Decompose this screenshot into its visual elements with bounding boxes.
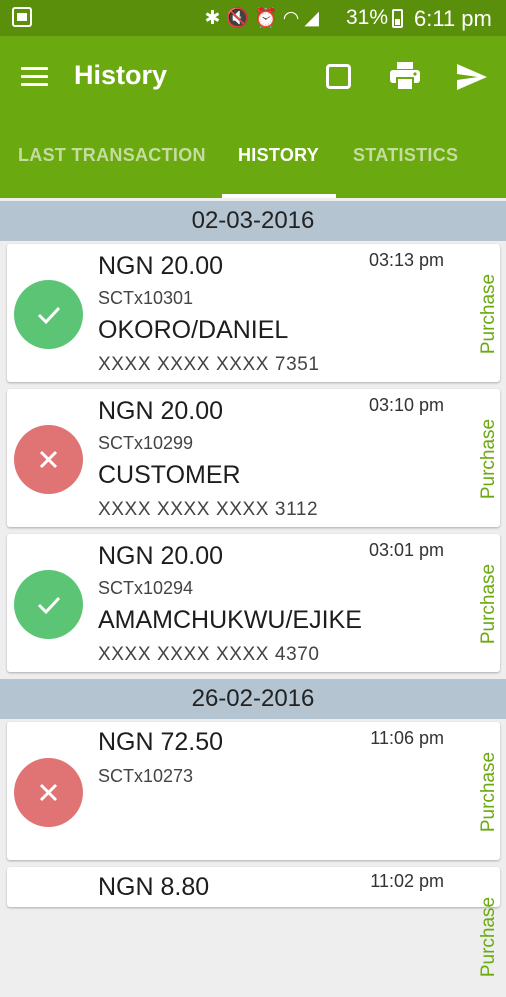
transaction-time: 03:01 pm (368, 540, 444, 560)
transaction-card[interactable]: NGN 72.50 11:06 pm SCTx10273 Purchase (7, 722, 500, 860)
bluetooth-icon: ✱ (204, 7, 226, 29)
page-title: History (74, 60, 168, 90)
print-icon[interactable] (389, 61, 421, 91)
failed-icon (14, 758, 83, 827)
transaction-amount: NGN 20.00 (98, 542, 224, 570)
transaction-card[interactable]: NGN 20.00 03:10 pm SCTx10299 CUSTOMER XX… (7, 389, 500, 527)
cardholder-name: OKORO/DANIEL (98, 316, 289, 344)
transaction-type: Purchase (478, 751, 499, 833)
transaction-ref: SCTx10294 (98, 578, 194, 598)
tab-history[interactable]: HISTORY (238, 145, 319, 166)
success-icon (14, 570, 83, 639)
menu-icon[interactable] (21, 67, 48, 87)
tab-statistics[interactable]: STATISTICS (353, 145, 458, 166)
transaction-card[interactable]: NGN 20.00 03:01 pm SCTx10294 AMAMCHUKWU/… (7, 534, 500, 672)
clock: 6:11 pm (414, 6, 492, 31)
select-all-checkbox-icon[interactable] (326, 64, 351, 89)
battery-percent: 31% (346, 6, 389, 29)
transaction-type: Purchase (478, 273, 499, 355)
wifi-icon: ◠ (282, 7, 305, 29)
transaction-amount: NGN 20.00 (98, 397, 224, 425)
mute-icon: 🔇 (225, 7, 255, 29)
signal-icon: ◢ (304, 7, 324, 29)
transaction-ref: SCTx10301 (98, 288, 194, 308)
transaction-card[interactable]: NGN 8.80 11:02 pm Purchase (7, 867, 500, 977)
battery-icon (392, 9, 403, 28)
transaction-amount: NGN 72.50 (98, 728, 224, 756)
cardholder-name: AMAMCHUKWU/EJIKE (98, 606, 362, 634)
transaction-ref: SCTx10273 (98, 766, 194, 786)
success-icon (14, 280, 83, 349)
transaction-type: Purchase (478, 896, 499, 978)
transaction-time: 03:13 pm (368, 250, 444, 270)
masked-card-number: XXXX XXXX XXXX 7351 (98, 354, 320, 375)
status-icons: ✱🔇⏰◠◢ (205, 6, 324, 29)
tab-last-transaction[interactable]: LAST TRANSACTION (18, 145, 206, 166)
transaction-type: Purchase (478, 418, 499, 500)
cardholder-name: CUSTOMER (98, 461, 241, 489)
transaction-ref: SCTx10299 (98, 433, 194, 453)
transaction-time: 11:02 pm (370, 871, 444, 891)
transaction-time: 03:10 pm (368, 395, 444, 415)
failed-icon (14, 425, 83, 494)
date-header: 26-02-2016 (0, 679, 506, 719)
date-header: 02-03-2016 (0, 201, 506, 241)
send-icon[interactable] (456, 63, 488, 91)
transaction-time: 11:06 pm (370, 728, 444, 748)
transaction-type: Purchase (478, 563, 499, 645)
masked-card-number: XXXX XXXX XXXX 3112 (98, 499, 319, 520)
alarm-icon: ⏰ (254, 7, 283, 29)
active-tab-indicator (222, 194, 336, 198)
status-bar: ✱🔇⏰◠◢ 31% 6:11 pm (0, 0, 506, 36)
transaction-amount: NGN 20.00 (98, 252, 224, 280)
transaction-amount: NGN 8.80 (98, 873, 210, 901)
transaction-card[interactable]: NGN 20.00 03:13 pm SCTx10301 OKORO/DANIE… (7, 244, 500, 382)
image-icon (12, 7, 32, 27)
masked-card-number: XXXX XXXX XXXX 4370 (98, 644, 320, 665)
